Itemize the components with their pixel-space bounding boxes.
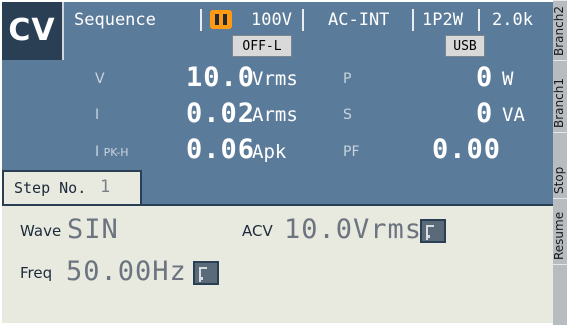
side-tab-strip: Branch2 Branch1 Stop Resume: [553, 0, 567, 325]
ipk-unit: Apk: [252, 141, 287, 163]
acv-knob-icon[interactable]: [420, 219, 446, 243]
pf-label: PF: [343, 144, 360, 160]
side-tab-stop[interactable]: Stop: [553, 132, 567, 198]
i-label: I: [95, 107, 100, 123]
v-unit: Vrms: [252, 68, 298, 90]
range-label: 100V: [251, 10, 292, 30]
p-unit: W: [502, 68, 514, 90]
ipk-label: I PK-H: [95, 144, 129, 160]
header-divider: [200, 9, 202, 31]
function-label: Sequence: [74, 10, 156, 30]
wave-value[interactable]: SIN: [67, 214, 119, 245]
s-value: 0: [476, 98, 494, 129]
acv-value[interactable]: 10.0Vrms: [284, 214, 422, 245]
i-unit: Arms: [252, 104, 298, 126]
v-value: 10.0: [186, 62, 256, 93]
output-state-badge: OFF-L: [232, 35, 292, 57]
header-divider: [478, 9, 480, 31]
side-tab-empty[interactable]: [553, 264, 567, 325]
step-tab[interactable]: Step No. 1: [2, 170, 142, 204]
p-value: 0: [476, 62, 494, 93]
wave-label: Wave: [20, 222, 62, 240]
mode-indicator: CV: [2, 2, 64, 60]
step-label: Step No.: [14, 179, 87, 197]
s-label: S: [343, 107, 352, 123]
freq-knob-icon[interactable]: [193, 261, 219, 285]
freq-label: Freq: [20, 264, 53, 282]
source-label: AC-INT: [328, 10, 390, 30]
freq-value[interactable]: 50.00Hz: [66, 256, 187, 287]
v-label: V: [95, 71, 105, 87]
i-value: 0.02: [186, 98, 256, 129]
header-divider: [412, 9, 414, 31]
interface-badge: USB: [445, 35, 485, 57]
header-divider: [302, 9, 304, 31]
pf-value: 0.00: [432, 134, 502, 165]
pause-icon[interactable]: [210, 10, 232, 29]
device-screen: CV Sequence 100V AC-INT 1P2W 2.0k OFF-L …: [2, 2, 553, 323]
ipk-value: 0.06: [186, 134, 256, 165]
s-unit: VA: [502, 104, 525, 126]
measurement-area: V 10.0 Vrms I 0.02 Arms I PK-H 0.06 Apk …: [2, 60, 553, 170]
ipk-sub-label: PK-H: [103, 146, 129, 159]
extra-label: 2.0k: [492, 10, 533, 30]
wiring-label: 1P2W: [422, 10, 463, 30]
side-tab-branch2[interactable]: Branch2: [553, 0, 567, 60]
step-settings-panel: Wave SIN ACV 10.0Vrms Freq 50.00Hz: [2, 204, 553, 323]
acv-label: ACV: [242, 222, 273, 240]
side-tab-resume[interactable]: Resume: [553, 198, 567, 264]
side-tab-branch1[interactable]: Branch1: [553, 60, 567, 132]
status-header: CV Sequence 100V AC-INT 1P2W 2.0k OFF-L …: [2, 2, 553, 60]
step-number: 1: [100, 177, 111, 197]
p-label: P: [343, 71, 352, 87]
